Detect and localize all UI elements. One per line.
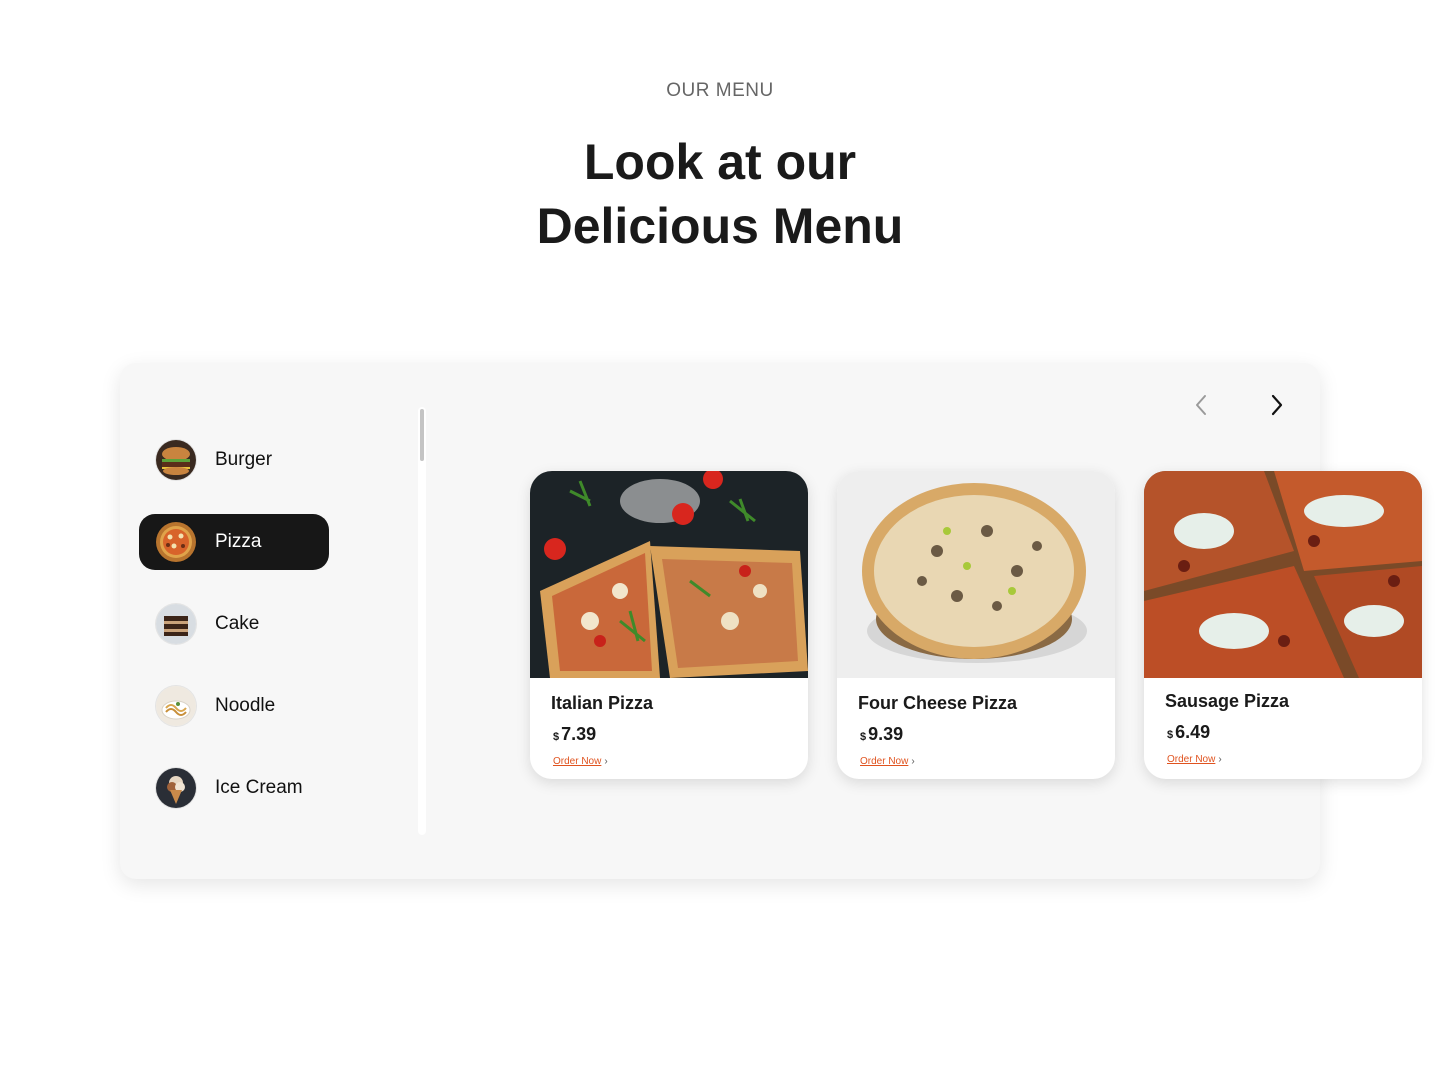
category-item-ice-cream[interactable]: Ice Cream	[139, 760, 329, 816]
ice-cream-thumbnail	[156, 768, 196, 808]
price-amount: 9.39	[868, 724, 904, 744]
order-now-label: Order Now	[860, 756, 909, 767]
scrollbar-thumb[interactable]	[420, 409, 424, 461]
product-image	[1144, 471, 1422, 678]
burger-thumbnail	[156, 440, 196, 480]
category-label: Pizza	[215, 531, 262, 552]
chevron-right-icon: ›	[1218, 754, 1222, 765]
cake-thumbnail	[156, 604, 196, 644]
product-card-four-cheese-pizza[interactable]: Four Cheese Pizza $9.39 Order Now ›	[837, 471, 1115, 779]
product-card-italian-pizza[interactable]: Italian Pizza $7.39 Order Now ›	[530, 471, 808, 779]
carousel-next-button[interactable]	[1261, 391, 1293, 423]
product-price: $6.49	[1167, 722, 1210, 743]
category-item-noodle[interactable]: Noodle	[139, 678, 329, 734]
product-price: $9.39	[860, 724, 903, 745]
category-label: Burger	[215, 449, 273, 470]
pizza-thumbnail	[156, 522, 196, 562]
product-image	[530, 471, 808, 678]
product-image	[837, 471, 1115, 678]
title-line-2: Delicious Menu	[536, 198, 904, 254]
category-list: Burger Pizza Cake Noodle Ice Cream	[139, 432, 329, 842]
price-currency: $	[553, 731, 560, 743]
order-now-link[interactable]: Order Now ›	[1167, 754, 1222, 765]
category-scrollbar[interactable]	[418, 407, 426, 835]
category-item-burger[interactable]: Burger	[139, 432, 329, 488]
product-name: Italian Pizza	[551, 693, 654, 713]
chevron-left-icon	[1194, 394, 1208, 421]
carousel-prev-button[interactable]	[1185, 391, 1217, 423]
price-amount: 7.39	[561, 724, 597, 744]
category-label: Noodle	[215, 695, 276, 716]
section-title: Look at our Delicious Menu	[0, 130, 1440, 258]
category-label: Ice Cream	[215, 777, 303, 798]
section-eyebrow: OUR MENU	[666, 80, 774, 101]
product-price: $7.39	[553, 724, 596, 745]
chevron-right-icon: ›	[604, 756, 608, 767]
chevron-right-icon: ›	[911, 756, 915, 767]
price-amount: 6.49	[1175, 722, 1211, 742]
order-now-label: Order Now	[1167, 754, 1216, 765]
category-item-pizza[interactable]: Pizza	[139, 514, 329, 570]
product-name: Sausage Pizza	[1165, 691, 1290, 711]
noodle-thumbnail	[156, 686, 196, 726]
order-now-link[interactable]: Order Now ›	[553, 756, 608, 767]
price-currency: $	[860, 731, 867, 743]
title-line-1: Look at our	[583, 134, 857, 190]
category-item-cake[interactable]: Cake	[139, 596, 329, 652]
order-now-link[interactable]: Order Now ›	[860, 756, 915, 767]
product-name: Four Cheese Pizza	[858, 693, 1018, 713]
price-currency: $	[1167, 729, 1174, 741]
chevron-right-icon	[1270, 394, 1284, 421]
order-now-label: Order Now	[553, 756, 602, 767]
product-card-sausage-pizza[interactable]: Sausage Pizza $6.49 Order Now ›	[1144, 471, 1422, 779]
category-label: Cake	[215, 613, 260, 634]
